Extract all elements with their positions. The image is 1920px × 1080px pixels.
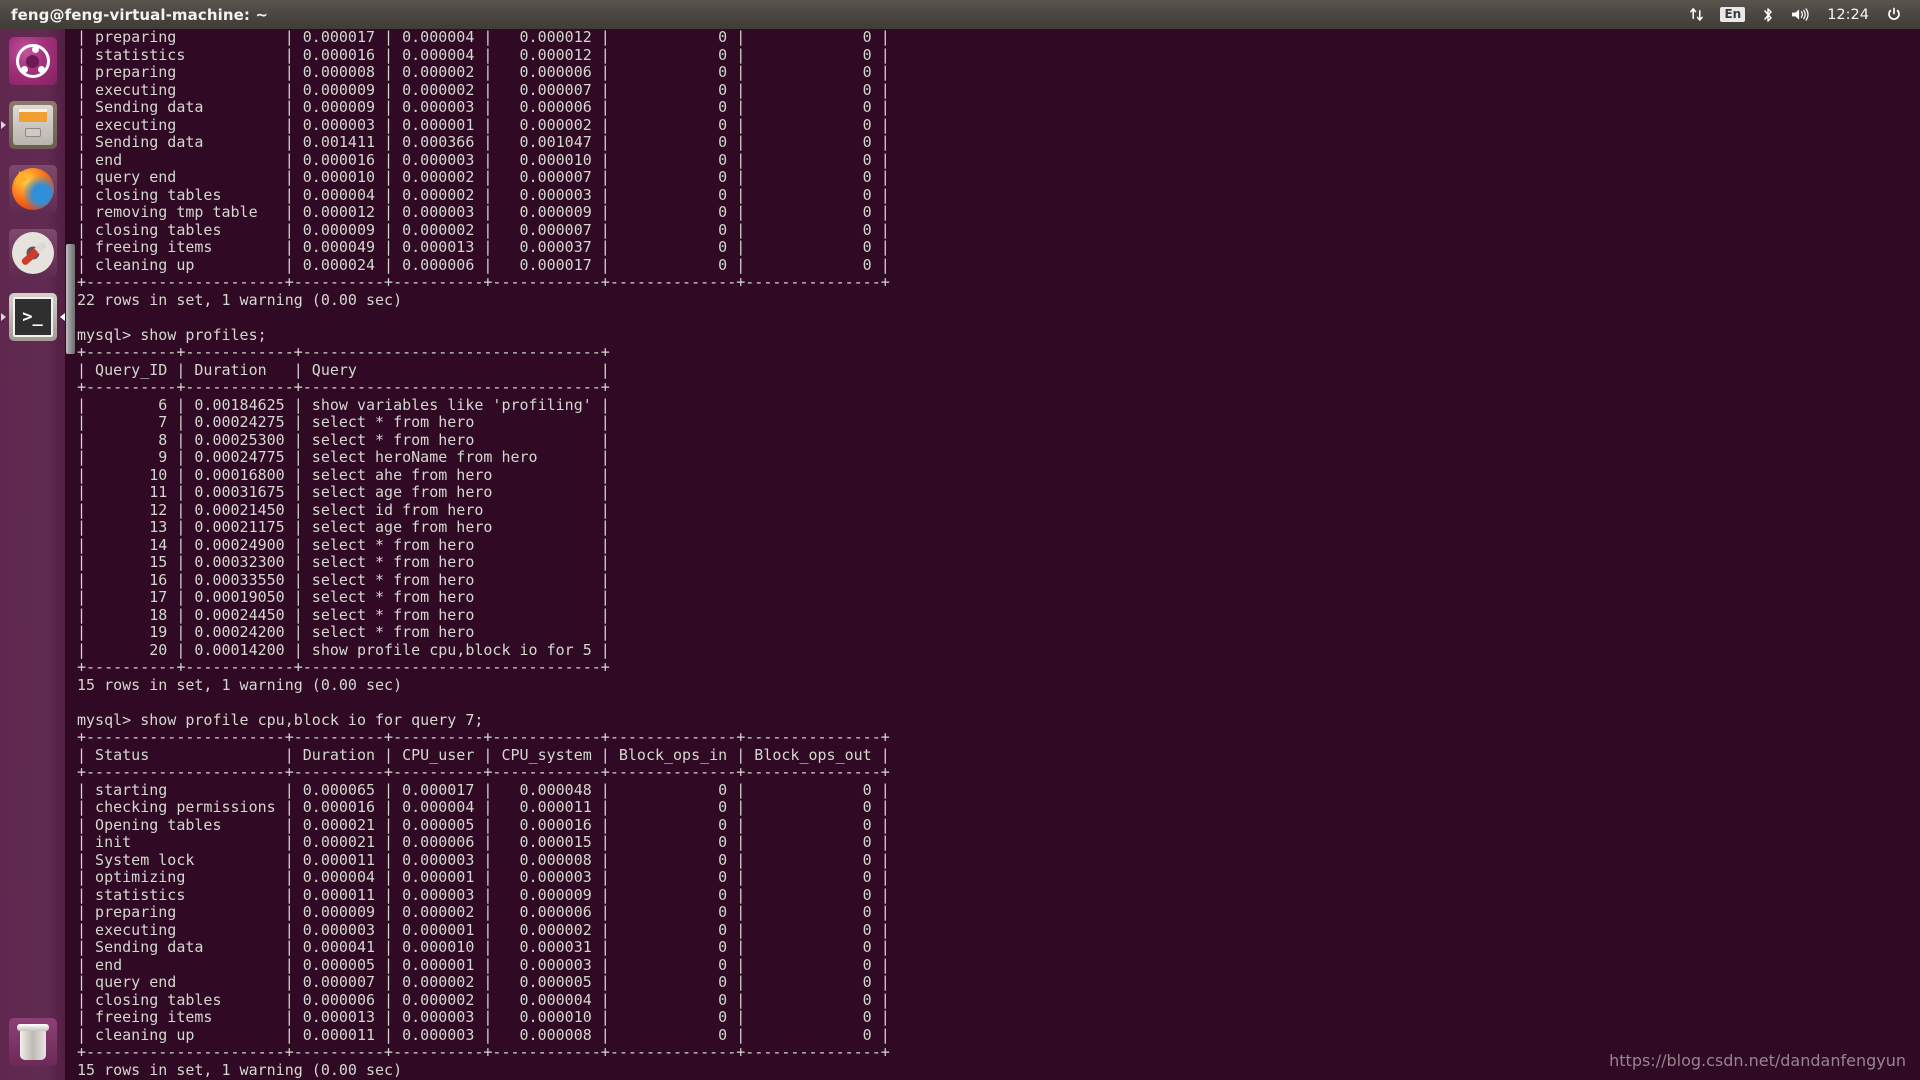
terminal-line: | query end | 0.000010 | 0.000002 | 0.00… [77, 168, 890, 186]
terminal-line: | executing | 0.000009 | 0.000002 | 0.00… [77, 80, 890, 99]
bluetooth-icon[interactable] [1753, 0, 1783, 29]
trash-icon [8, 1018, 57, 1066]
terminal-line: | 19 | 0.00024200 | select * from hero | [77, 623, 610, 641]
launcher-item-files[interactable] [0, 93, 65, 157]
terminal-line: | 16 | 0.00033550 | select * from hero | [77, 570, 610, 589]
terminal-line: | end | 0.000016 | 0.000003 | 0.000010 |… [77, 150, 890, 169]
running-indicator-icon [1, 121, 6, 129]
launcher-item-settings[interactable] [0, 221, 65, 285]
terminal-line: mysql> show profile cpu,block io for que… [77, 710, 484, 729]
terminal-line: +----------+------------+---------------… [77, 343, 610, 361]
power-gear-icon[interactable] [1878, 0, 1910, 29]
terminal-line: | optimizing | 0.000004 | 0.000001 | 0.0… [77, 868, 890, 886]
terminal-line: | query end | 0.000007 | 0.000002 | 0.00… [77, 973, 890, 991]
terminal-line: | 10 | 0.00016800 | select ahe from hero… [77, 465, 610, 484]
keyboard-layout-label: En [1720, 7, 1746, 22]
terminal-line: | closing tables | 0.000004 | 0.000002 |… [77, 185, 890, 204]
terminal-line: | System lock | 0.000011 | 0.000003 | 0.… [77, 850, 890, 869]
terminal-line: +----------------------+----------+-----… [77, 763, 890, 781]
terminal-line: | 20 | 0.00014200 | show profile cpu,blo… [77, 640, 610, 659]
terminal-line: | Sending data | 0.000009 | 0.000003 | 0… [77, 98, 890, 116]
launcher-item-ubuntu-dash[interactable] [0, 29, 65, 93]
focused-indicator-icon [60, 313, 65, 321]
terminal-line: +----------+------------+---------------… [77, 378, 610, 396]
terminal-line: | freeing items | 0.000049 | 0.000013 | … [77, 238, 890, 256]
terminal-scrollbar[interactable] [65, 29, 76, 1080]
clock[interactable]: 12:24 [1818, 7, 1878, 23]
terminal-line: | checking permissions | 0.000016 | 0.00… [77, 798, 890, 816]
terminal-line: | 13 | 0.00021175 | select age from hero… [77, 518, 610, 536]
terminal-line: | cleaning up | 0.000024 | 0.000006 | 0.… [77, 255, 890, 274]
terminal-output[interactable]: | preparing | 0.000017 | 0.000004 | 0.00… [77, 29, 1920, 1080]
terminal-line: | 12 | 0.00021450 | select id from hero … [77, 500, 610, 519]
terminal-line: | 18 | 0.00024450 | select * from hero | [77, 605, 610, 624]
launcher-item-trash[interactable] [0, 1010, 65, 1074]
volume-icon[interactable] [1783, 0, 1818, 29]
keyboard-layout-icon[interactable]: En [1712, 0, 1753, 29]
terminal-line: | Opening tables | 0.000021 | 0.000005 |… [77, 815, 890, 834]
terminal-line: | statistics | 0.000011 | 0.000003 | 0.0… [77, 885, 890, 904]
terminal-icon: >_ [8, 293, 57, 341]
firefox-icon [8, 165, 57, 213]
network-updown-icon[interactable] [1681, 0, 1712, 29]
terminal-line: | executing | 0.000003 | 0.000001 | 0.00… [77, 920, 890, 939]
terminal-line: | 9 | 0.00024775 | select heroName from … [77, 448, 610, 466]
terminal-line: | 17 | 0.00019050 | select * from hero | [77, 588, 610, 606]
terminal-line: | executing | 0.000003 | 0.000001 | 0.00… [77, 115, 890, 134]
top-panel: feng@feng-virtual-machine: ~ En 12:24 [0, 0, 1920, 29]
terminal-line: | statistics | 0.000016 | 0.000004 | 0.0… [77, 45, 890, 64]
terminal-line: mysql> show profiles; [77, 325, 267, 344]
terminal-line: +----------------------+----------+-----… [77, 728, 890, 746]
window-title: feng@feng-virtual-machine: ~ [11, 5, 269, 24]
terminal-line: | Sending data | 0.000041 | 0.000010 | 0… [77, 938, 890, 956]
terminal-line: | 7 | 0.00024275 | select * from hero | [77, 413, 610, 431]
files-icon [8, 101, 57, 149]
terminal-line: | preparing | 0.000017 | 0.000004 | 0.00… [77, 29, 890, 46]
launcher-item-terminal[interactable]: >_ [0, 285, 65, 349]
system-tray: En 12:24 [1681, 0, 1920, 29]
terminal-line: 22 rows in set, 1 warning (0.00 sec) [77, 290, 403, 309]
terminal-line: | preparing | 0.000008 | 0.000002 | 0.00… [77, 63, 890, 81]
ubuntu-logo-icon [8, 37, 57, 85]
terminal-line: | removing tmp table | 0.000012 | 0.0000… [77, 203, 890, 221]
terminal-line: | Query_ID | Duration | Query | [77, 360, 610, 379]
terminal-line: | 6 | 0.00184625 | show variables like '… [77, 395, 610, 414]
launcher-item-firefox[interactable] [0, 157, 65, 221]
terminal-line: | closing tables | 0.000009 | 0.000002 |… [77, 220, 890, 239]
terminal-line: | closing tables | 0.000006 | 0.000002 |… [77, 990, 890, 1009]
scrollbar-thumb[interactable] [66, 244, 75, 354]
terminal-line: | preparing | 0.000009 | 0.000002 | 0.00… [77, 903, 890, 921]
terminal-line: | cleaning up | 0.000011 | 0.000003 | 0.… [77, 1025, 890, 1044]
terminal-line: | 15 | 0.00032300 | select * from hero | [77, 553, 610, 571]
terminal-line: +----------------------+----------+-----… [77, 273, 890, 291]
terminal-line: | end | 0.000005 | 0.000001 | 0.000003 |… [77, 955, 890, 974]
terminal-line: | Sending data | 0.001411 | 0.000366 | 0… [77, 133, 890, 151]
terminal-line: | 8 | 0.00025300 | select * from hero | [77, 430, 610, 449]
launcher-bar: >_ [0, 29, 65, 1080]
terminal-line: | 11 | 0.00031675 | select age from hero… [77, 483, 610, 501]
terminal-line: | init | 0.000021 | 0.000006 | 0.000015 … [77, 833, 890, 851]
settings-gear-wrench-icon [8, 229, 57, 277]
terminal-line: +----------+------------+---------------… [77, 658, 610, 676]
terminal-line: | starting | 0.000065 | 0.000017 | 0.000… [77, 780, 890, 799]
desktop: feng@feng-virtual-machine: ~ En 12:24 >_… [0, 0, 1920, 1080]
running-indicator-icon [1, 313, 6, 321]
terminal-line: | 14 | 0.00024900 | select * from hero | [77, 535, 610, 554]
watermark: https://blog.csdn.net/dandanfengyun [1609, 1051, 1906, 1070]
terminal-line: | Status | Duration | CPU_user | CPU_sys… [77, 745, 890, 764]
terminal-line: 15 rows in set, 1 warning (0.00 sec) [77, 675, 403, 694]
terminal-line: | freeing items | 0.000013 | 0.000003 | … [77, 1008, 890, 1026]
terminal-window[interactable]: | preparing | 0.000017 | 0.000004 | 0.00… [65, 29, 1920, 1080]
